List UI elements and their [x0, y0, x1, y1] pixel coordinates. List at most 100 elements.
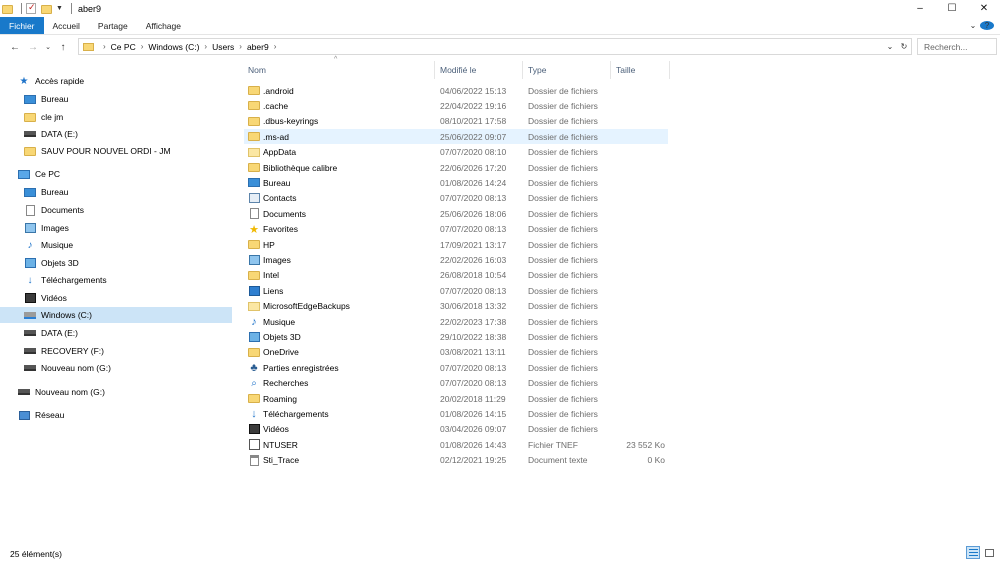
breadcrumb-aber9[interactable]: aber9 — [247, 42, 269, 52]
file-row[interactable]: Documents 25/06/2026 18:06 Dossier de fich… — [244, 206, 668, 221]
breadcrumb-this-pc[interactable]: Ce PC — [111, 42, 136, 52]
file-type: Dossier de fichiers — [528, 378, 598, 389]
sidebar-item-data-e-quick[interactable]: DATA (E:) — [24, 126, 78, 142]
file-row[interactable]: HP 17/09/2021 13:17 Dossier de fichiers — [244, 237, 668, 252]
folder-icon — [248, 239, 260, 251]
file-row[interactable]: NTUSER 01/08/2026 14:43 Fichier TNEF 23 552… — [244, 437, 668, 452]
up-button[interactable]: ↑ — [54, 38, 72, 56]
sidebar-item-data-e[interactable]: DATA (E:) — [24, 325, 78, 341]
details-view-button[interactable] — [966, 546, 980, 559]
file-row[interactable]: Vidéos 03/04/2026 09:07 Dossier de fichier… — [244, 422, 668, 437]
refresh-icon[interactable]: ↻ — [897, 42, 911, 51]
address-dropdown-chevron-icon[interactable]: ⌄ — [883, 42, 897, 51]
properties-icon[interactable] — [26, 2, 38, 15]
file-row[interactable]: ⌕ Recherches 07/07/2020 08:13 Dossier de fi… — [244, 376, 668, 391]
sidebar-item-musique[interactable]: ♪ Musique — [24, 237, 74, 253]
breadcrumb-windows-c[interactable]: Windows (C:) — [148, 42, 199, 52]
column-header-modified[interactable]: Modifié le — [435, 61, 523, 79]
sidebar-this-pc[interactable]: Ce PC — [18, 166, 60, 182]
sidebar-item-documents[interactable]: Documents — [24, 202, 84, 218]
sidebar-item-videos[interactable]: Vidéos — [24, 290, 67, 306]
sidebar-quick-access[interactable]: ★ Accès rapide — [18, 73, 85, 89]
column-header-size[interactable]: Taille — [611, 61, 670, 79]
chevron-right-icon[interactable]: › — [204, 42, 207, 51]
sidebar-item-cle-jm[interactable]: cle jm — [24, 109, 63, 125]
file-row[interactable]: .ms-ad 25/06/2022 09:07 Dossier de fichier… — [244, 129, 668, 145]
tab-partage[interactable]: Partage — [89, 17, 137, 34]
file-type: Dossier de fichiers — [528, 85, 598, 96]
customize-toolbar-chevron-icon[interactable]: ▼ — [56, 5, 63, 12]
file-row[interactable]: OneDrive 03/08/2021 13:11 Dossier de fichi… — [244, 345, 668, 360]
file-modified-date: 26/08/2018 10:54 — [440, 270, 507, 281]
help-icon[interactable]: ? — [980, 21, 994, 30]
ribbon-controls: ⌄ ? — [966, 17, 1000, 34]
recent-locations-chevron-icon[interactable]: ⌄ — [42, 38, 54, 56]
search-input[interactable]: Recherch... — [917, 38, 997, 55]
file-modified-date: 07/07/2020 08:13 — [440, 285, 507, 296]
sidebar-item-images[interactable]: Images — [24, 220, 69, 236]
sidebar-item-sauv[interactable]: SAUV POUR NOUVEL ORDI - JM — [24, 143, 171, 159]
file-row[interactable]: ♪ Musique 22/02/2023 17:38 Dossier de fichi… — [244, 314, 668, 329]
forward-button[interactable]: → — [24, 38, 42, 56]
file-row[interactable]: Bureau 01/08/2026 14:24 Dossier de fichier… — [244, 175, 668, 190]
file-name-cell: Intel — [248, 268, 279, 283]
file-row[interactable]: Contacts 07/07/2020 08:13 Dossier de fichi… — [244, 191, 668, 206]
search-icon: ⌕ — [251, 377, 257, 389]
title-bar: ▼ aber9 – ☐ ✕ — [0, 0, 1000, 17]
breadcrumb-users[interactable]: Users — [212, 42, 234, 52]
file-row[interactable]: Liens 07/07/2020 08:13 Dossier de fichiers — [244, 283, 668, 298]
sidebar-item-bureau[interactable]: Bureau — [24, 184, 68, 200]
sidebar-item-windows-c[interactable]: Windows (C:) — [0, 307, 232, 323]
file-row[interactable]: MicrosoftEdgeBackups 30/06/2018 13:32 Doss… — [244, 299, 668, 314]
address-actions: ⌄ ↻ — [883, 39, 911, 54]
maximize-button[interactable]: ☐ — [936, 0, 968, 17]
chevron-right-icon: › — [103, 42, 106, 51]
file-row[interactable]: Intel 26/08/2018 10:54 Dossier de fichiers — [244, 268, 668, 283]
sidebar-item-objets-3d[interactable]: Objets 3D — [24, 255, 79, 271]
tab-fichier[interactable]: Fichier — [0, 17, 44, 34]
file-row[interactable]: ↓ Téléchargements 01/08/2026 14:15 Dossier … — [244, 406, 668, 421]
file-type: Dossier de fichiers — [528, 193, 598, 204]
pictures-icon — [248, 254, 260, 266]
tab-affichage[interactable]: Affichage — [137, 17, 190, 34]
file-row[interactable]: Roaming 20/02/2018 11:29 Dossier de fichie… — [244, 391, 668, 406]
sidebar-item-nouveau-nom-g[interactable]: Nouveau nom (G:) — [24, 360, 111, 376]
minimize-button[interactable]: – — [904, 0, 936, 17]
sidebar-item-telechargements[interactable]: ↓ Téléchargements — [24, 272, 107, 288]
address-bar[interactable]: › Ce PC › Windows (C:) › Users › aber9 ›… — [78, 38, 912, 55]
expand-ribbon-chevron-icon[interactable]: ⌄ — [966, 21, 980, 30]
file-row[interactable]: ♣ Parties enregistrées 07/07/2020 08:13 Dos… — [244, 360, 668, 375]
column-header-type[interactable]: Type — [523, 61, 611, 79]
chevron-right-icon[interactable]: › — [239, 42, 242, 51]
close-button[interactable]: ✕ — [968, 0, 1000, 17]
file-row[interactable]: Images 22/02/2026 16:03 Dossier de fichier… — [244, 252, 668, 267]
tab-accueil[interactable]: Accueil — [44, 17, 89, 34]
file-name-cell: NTUSER — [248, 437, 298, 452]
file-row[interactable]: .android 04/06/2022 15:13 Dossier de fichi… — [244, 83, 668, 98]
folder-icon — [24, 145, 36, 157]
videos-icon — [248, 423, 260, 435]
large-icons-view-button[interactable] — [982, 546, 996, 559]
file-row[interactable]: Bibliothèque calibre 22/06/2026 17:20 Doss… — [244, 160, 668, 175]
back-button[interactable]: ← — [6, 38, 24, 56]
file-row[interactable]: Sti_Trace 02/12/2021 19:25 Document texte 0… — [244, 453, 668, 468]
column-header-name[interactable]: Nom — [243, 61, 435, 79]
new-folder-icon[interactable] — [41, 3, 53, 15]
file-row[interactable]: Objets 3D 29/10/2022 18:38 Dossier de fich… — [244, 329, 668, 344]
sidebar-item-nouveau-nom-g-root[interactable]: Nouveau nom (G:) — [18, 384, 105, 400]
file-name: Bibliothèque calibre — [263, 162, 338, 173]
chevron-right-icon[interactable]: › — [141, 42, 144, 51]
file-row[interactable]: .dbus-keyrings 08/10/2021 17:58 Dossier de… — [244, 114, 668, 129]
music-icon: ♪ — [27, 239, 33, 251]
file-type: Dossier de fichiers — [528, 239, 598, 250]
file-row[interactable]: ★ Favorites 07/07/2020 08:13 Dossier de fic… — [244, 222, 668, 237]
sidebar-item-recovery-f[interactable]: RECOVERY (F:) — [24, 343, 104, 359]
file-row[interactable]: .cache 22/04/2022 19:16 Dossier de fichier… — [244, 98, 668, 113]
star-icon: ★ — [249, 223, 259, 236]
sidebar-item-label: Ce PC — [35, 169, 61, 179]
file-row[interactable]: AppData 07/07/2020 08:10 Dossier de fichie… — [244, 145, 668, 160]
folder-icon — [248, 100, 260, 112]
chevron-right-icon[interactable]: › — [274, 42, 277, 51]
sidebar-item-bureau-quick[interactable]: Bureau — [24, 91, 68, 107]
sidebar-network[interactable]: Réseau — [18, 407, 64, 423]
